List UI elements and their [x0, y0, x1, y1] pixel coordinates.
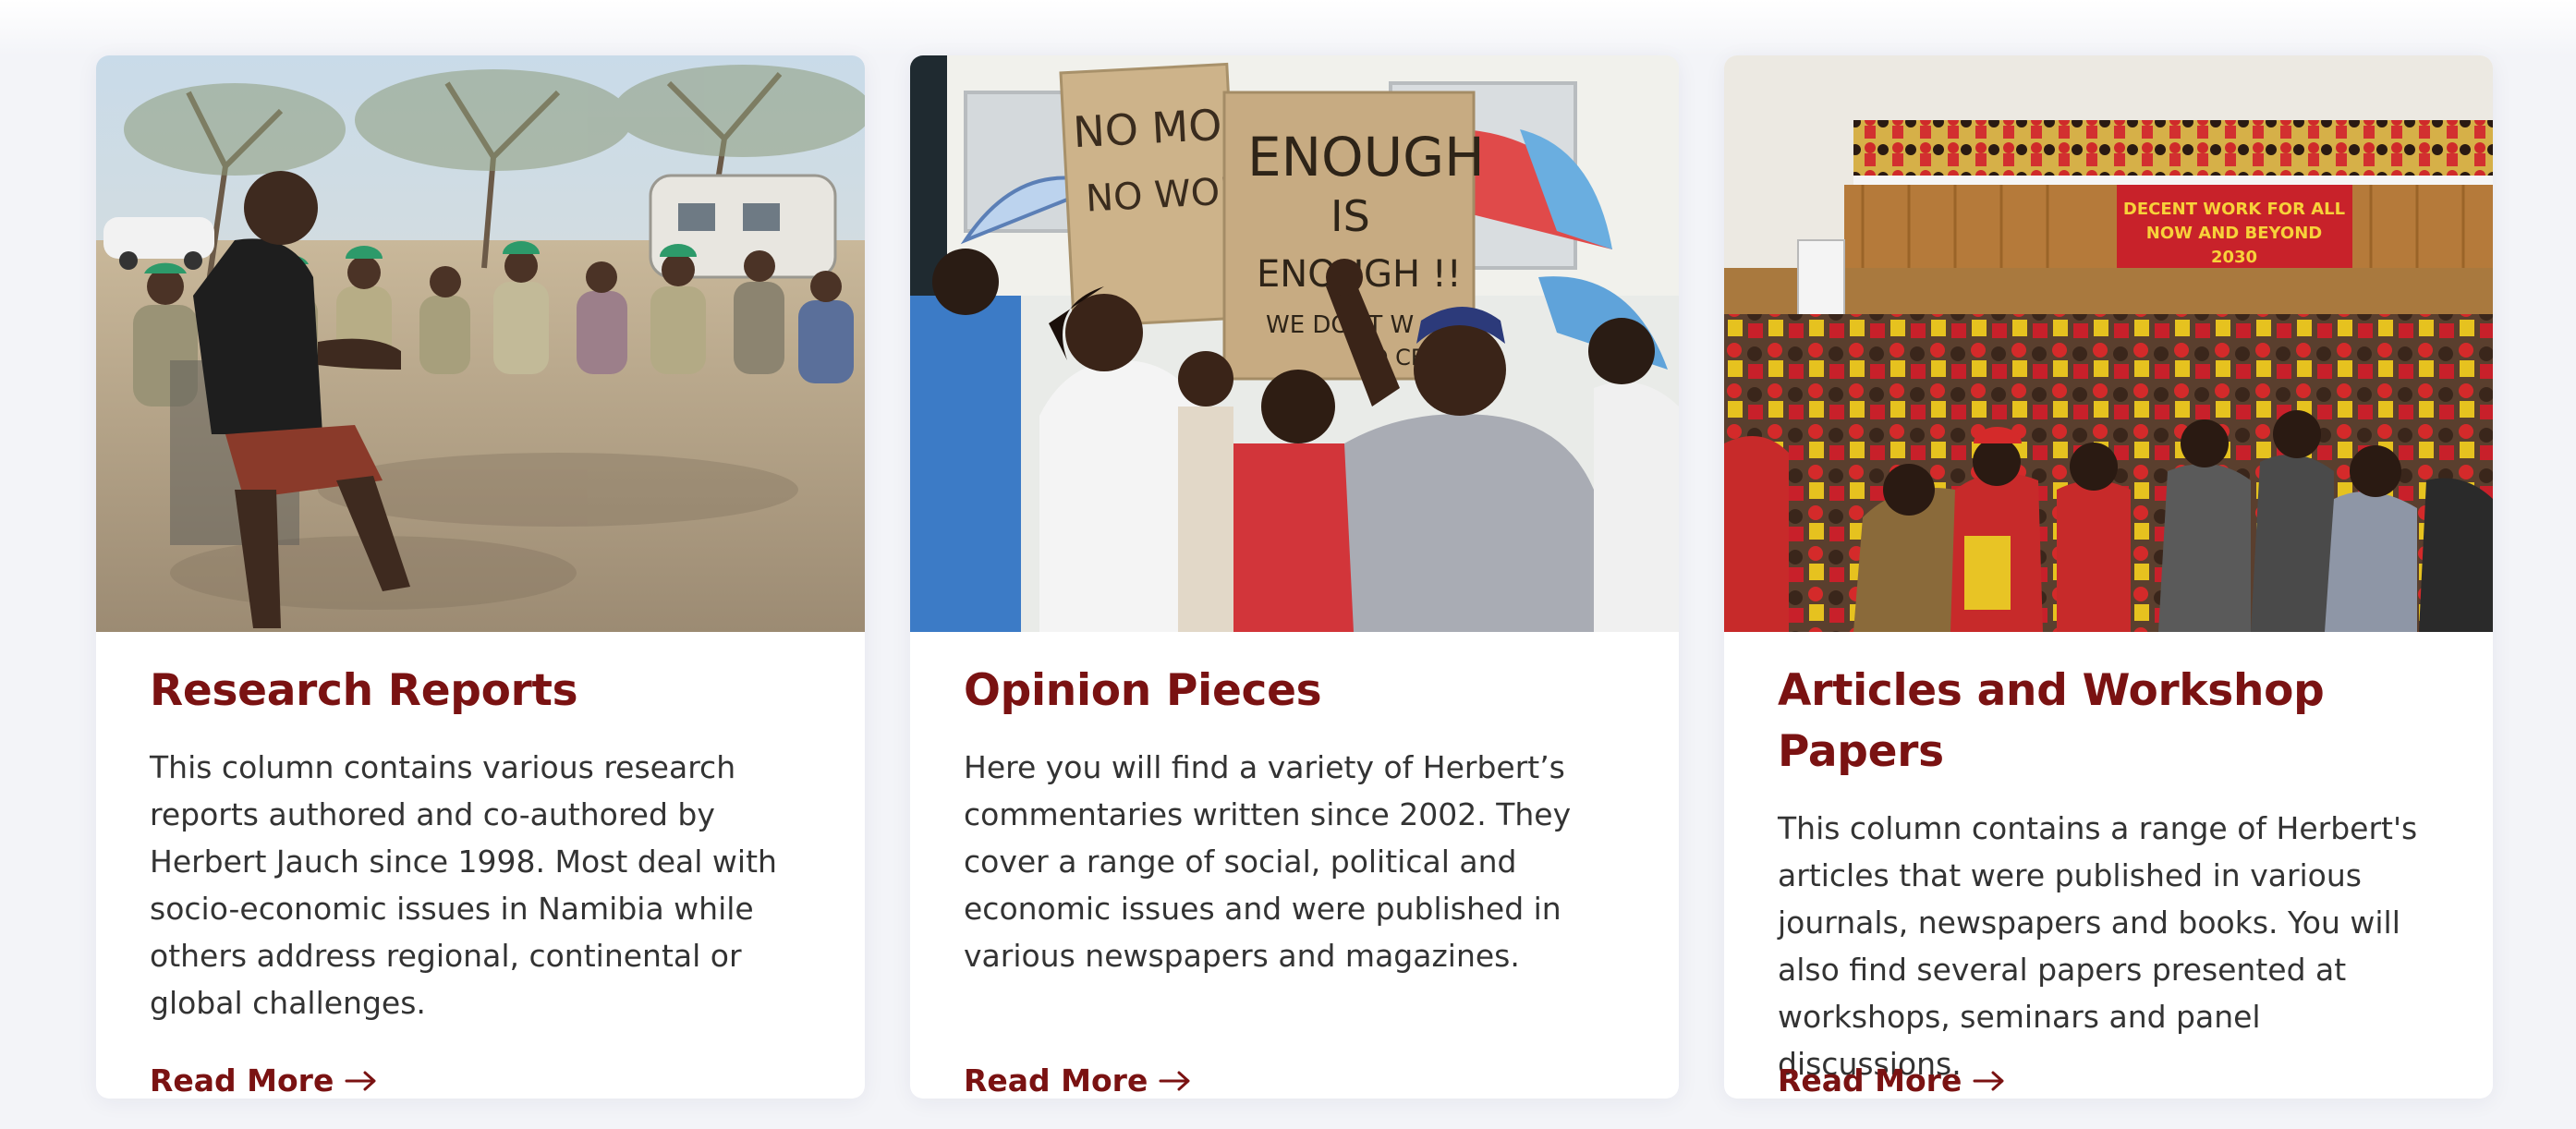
banner-text: DECENT WORK FOR ALL: [2123, 200, 2345, 219]
card-title[interactable]: Articles and Workshop Papers: [1778, 632, 2439, 783]
read-more-link[interactable]: Read More: [1778, 1059, 2006, 1099]
read-more-link[interactable]: Read More: [964, 1059, 1192, 1099]
read-more-label: Read More: [150, 1062, 334, 1099]
read-more-label: Read More: [964, 1062, 1148, 1099]
card-description: Here you will find a variety of Herbert’…: [964, 749, 1572, 974]
card-grid: Research Reports This column contains va…: [96, 55, 2493, 1099]
workers-meeting-photo[interactable]: [96, 55, 865, 632]
banner-text: 2030: [2211, 248, 2257, 267]
card-opinion-pieces: NO MONEY NO WORK ENOUGH IS ENOUGH !! WE …: [910, 55, 1679, 1099]
card-articles-workshop-papers: DECENT WORK FOR ALL NOW AND BEYOND 2030: [1724, 55, 2493, 1099]
card-research-reports: Research Reports This column contains va…: [96, 55, 865, 1099]
card-title[interactable]: Research Reports: [150, 632, 811, 722]
arrow-right-icon: [1159, 1070, 1192, 1092]
card-title[interactable]: Opinion Pieces: [964, 632, 1625, 722]
sign-text: IS: [1331, 191, 1370, 241]
card-description: This column contains various research re…: [150, 749, 777, 1021]
page-header-shade: [0, 0, 2576, 55]
protest-march-photo[interactable]: NO MONEY NO WORK ENOUGH IS ENOUGH !! WE …: [910, 55, 1679, 632]
read-more-link[interactable]: Read More: [150, 1059, 378, 1099]
arrow-right-icon: [1973, 1070, 2006, 1092]
read-more-label: Read More: [1778, 1062, 1962, 1099]
union-congress-photo[interactable]: DECENT WORK FOR ALL NOW AND BEYOND 2030: [1724, 55, 2493, 632]
arrow-right-icon: [345, 1070, 378, 1092]
banner-text: NOW AND BEYOND: [2146, 224, 2322, 243]
card-description: This column contains a range of Herbert'…: [1778, 810, 2418, 1082]
sign-text: ENOUGH: [1247, 126, 1485, 188]
